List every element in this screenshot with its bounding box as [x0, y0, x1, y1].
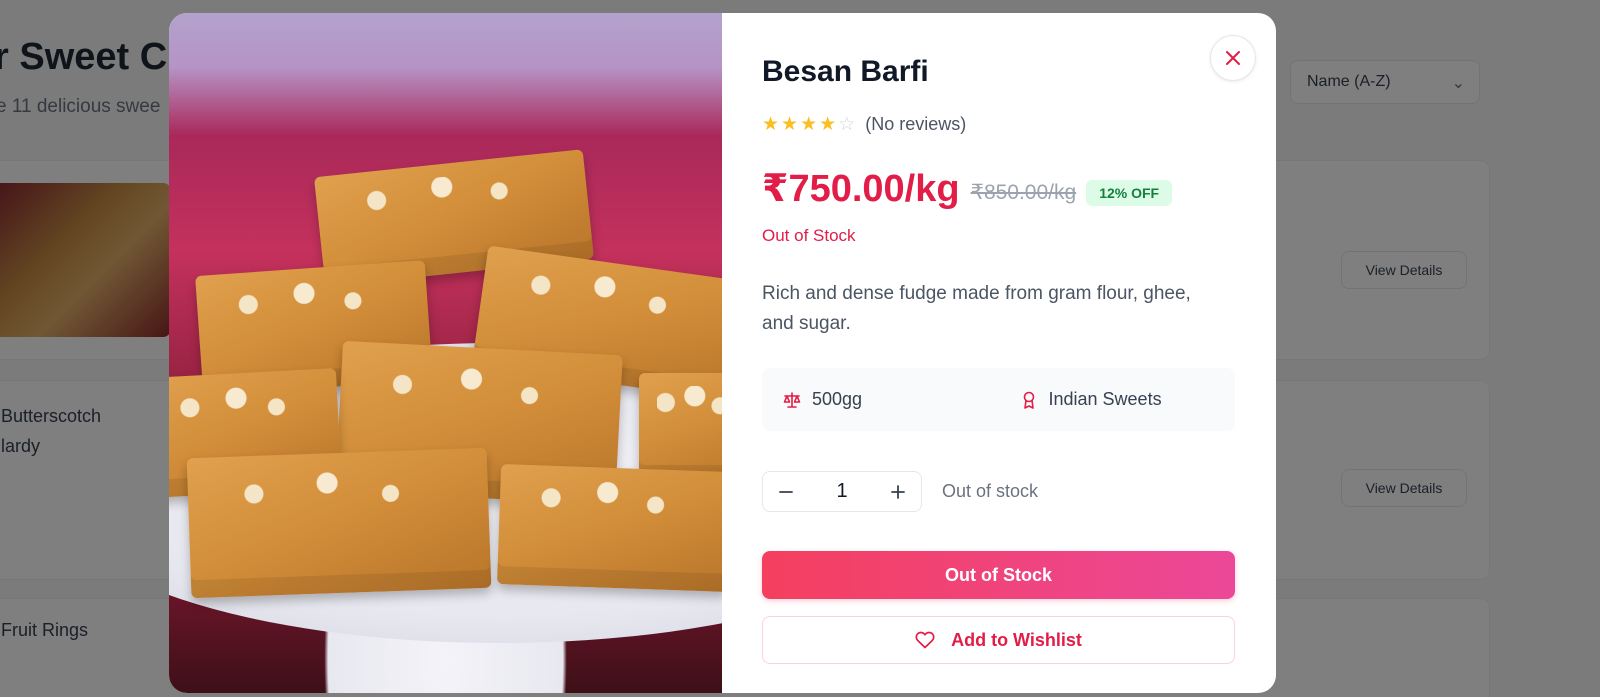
rating-stars: ★ ★ ★ ★ ☆	[762, 113, 856, 135]
current-price: ₹750.00/kg	[762, 168, 960, 210]
close-button[interactable]	[1210, 35, 1256, 81]
weight-info: 500gg	[762, 389, 999, 410]
star-filled-icon: ★	[781, 113, 799, 135]
increment-button[interactable]	[887, 481, 909, 503]
product-description: Rich and dense fudge made from gram flou…	[762, 283, 1191, 334]
product-rating: ★ ★ ★ ★ ☆ (No reviews)	[762, 114, 966, 135]
product-detail-modal: Besan Barfi ★ ★ ★ ★ ☆ (No reviews) ₹750.…	[169, 13, 1276, 693]
product-detail-panel: Besan Barfi ★ ★ ★ ★ ☆ (No reviews) ₹750.…	[722, 13, 1276, 693]
award-icon	[1023, 391, 1034, 409]
out-of-stock-button[interactable]: Out of Stock	[762, 551, 1235, 599]
heart-icon	[915, 631, 935, 649]
quantity-note: Out of stock	[942, 481, 1039, 501]
original-price: ₹850.00/kg	[970, 181, 1077, 204]
category-value: Indian Sweets	[1048, 389, 1162, 409]
product-image	[169, 13, 722, 693]
add-to-wishlist-button[interactable]: Add to Wishlist	[762, 616, 1235, 664]
weight-value: 500gg	[812, 389, 863, 409]
discount-badge: 12% OFF	[1086, 179, 1173, 206]
quantity-value[interactable]: 1	[836, 480, 847, 503]
close-icon	[1226, 51, 1240, 65]
plus-icon	[891, 484, 905, 499]
stock-status: Out of Stock	[762, 226, 856, 245]
category-info: Indian Sweets	[999, 389, 1236, 410]
reviews-count: (No reviews)	[865, 114, 967, 134]
minus-icon	[779, 490, 793, 493]
scale-icon	[783, 391, 801, 408]
wishlist-label: Add to Wishlist	[951, 629, 1082, 650]
product-info-box: 500gg Indian Sweets	[762, 368, 1235, 431]
star-empty-icon: ☆	[838, 113, 856, 135]
product-title: Besan Barfi	[762, 55, 929, 88]
price-row: ₹750.00/kg ₹850.00/kg 12% OFF	[762, 166, 1173, 211]
decrement-button[interactable]	[775, 481, 797, 503]
star-filled-icon: ★	[762, 113, 780, 135]
quantity-stepper: 1	[762, 471, 922, 512]
star-filled-icon: ★	[819, 113, 837, 135]
star-filled-icon: ★	[800, 113, 818, 135]
